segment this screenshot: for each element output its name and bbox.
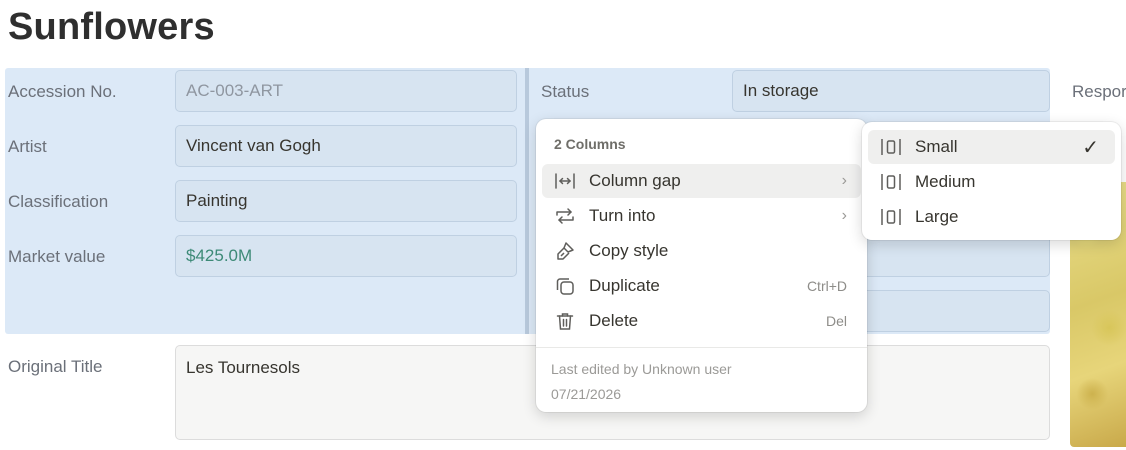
accession-field[interactable]: AC-003-ART: [175, 70, 517, 112]
accession-label: Accession No.: [8, 82, 117, 101]
column-gap-submenu: Small ✓ Medium Large: [862, 122, 1121, 240]
menu-header: 2 Columns: [554, 136, 626, 152]
gap-option-medium[interactable]: Medium: [868, 165, 1115, 199]
original-title-label: Original Title: [8, 357, 103, 376]
market-value-label: Market value: [8, 247, 106, 266]
market-value-field[interactable]: $425.0M: [175, 235, 517, 277]
gap-large-icon: [880, 206, 904, 228]
menu-item-label: Turn into: [589, 206, 656, 225]
gap-option-label: Medium: [915, 172, 976, 191]
shortcut-hint: Del: [825, 313, 847, 329]
menu-item-delete[interactable]: Delete Del: [542, 304, 861, 338]
gap-option-large[interactable]: Large: [868, 200, 1115, 234]
gap-medium-icon: [880, 171, 904, 193]
turn-into-icon: [554, 205, 576, 227]
gap-option-label: Small: [915, 137, 958, 156]
trash-icon: [554, 310, 576, 332]
status-field[interactable]: In storage: [732, 70, 1050, 112]
chevron-right-icon: ›: [841, 172, 847, 189]
menu-divider: [536, 347, 867, 348]
gap-option-small[interactable]: Small ✓: [868, 130, 1115, 164]
responsible-label: Respor: [1072, 82, 1126, 101]
artist-field[interactable]: Vincent van Gogh: [175, 125, 517, 167]
chevron-right-icon: ›: [841, 207, 847, 224]
menu-item-label: Delete: [589, 311, 639, 330]
last-edited-date: 07/21/2026: [551, 386, 622, 402]
column-gap-icon: [554, 170, 576, 192]
page-title: Sunflowers: [8, 6, 215, 48]
gap-option-label: Large: [915, 207, 959, 226]
menu-item-duplicate[interactable]: Duplicate Ctrl+D: [542, 269, 861, 303]
block-context-menu: 2 Columns Column gap › Turn into › Copy …: [536, 119, 867, 412]
shortcut-hint: Ctrl+D: [806, 278, 847, 294]
menu-item-copy-style[interactable]: Copy style: [542, 234, 861, 268]
menu-item-turn-into[interactable]: Turn into ›: [542, 199, 861, 233]
classification-field[interactable]: Painting: [175, 180, 517, 222]
artist-label: Artist: [8, 137, 47, 156]
paint-brush-icon: [554, 240, 576, 262]
column-resize-handle[interactable]: [525, 68, 529, 334]
check-icon: ✓: [1082, 136, 1099, 159]
gap-small-icon: [880, 136, 904, 158]
menu-item-label: Duplicate: [589, 276, 660, 295]
duplicate-icon: [554, 275, 576, 297]
menu-item-label: Column gap: [589, 171, 681, 190]
status-label: Status: [541, 82, 590, 101]
menu-item-label: Copy style: [589, 241, 669, 260]
classification-label: Classification: [8, 192, 109, 211]
menu-item-column-gap[interactable]: Column gap ›: [542, 164, 861, 198]
last-edited-text: Last edited by Unknown user: [551, 361, 732, 377]
